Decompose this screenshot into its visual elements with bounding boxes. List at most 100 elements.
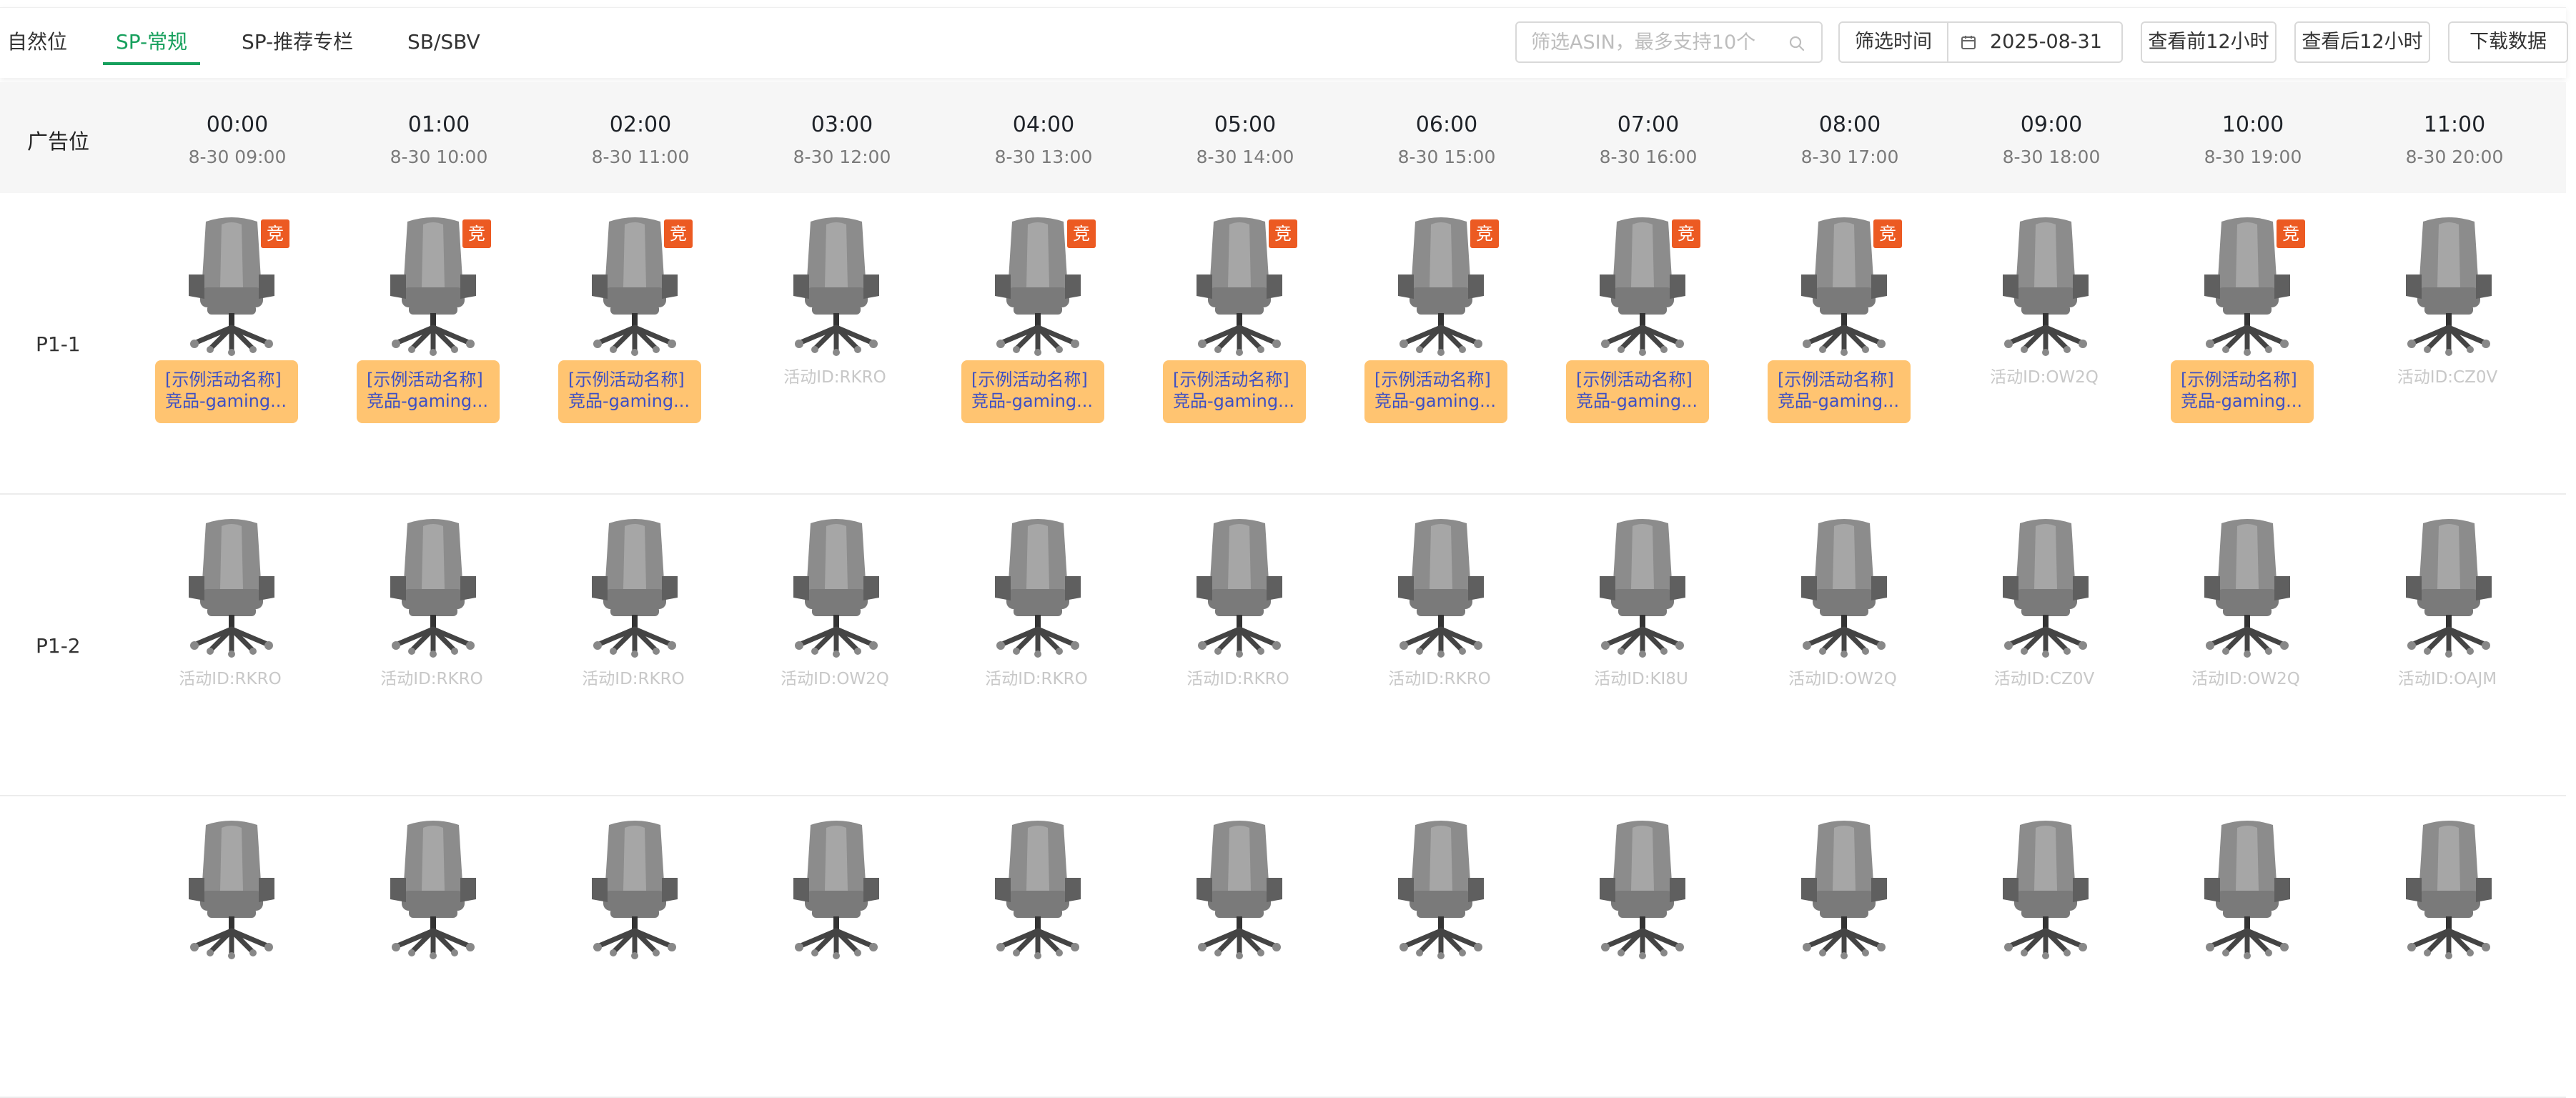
ad-slot-cell[interactable]: .c-back{fill:#1e1e1e} .c-stripe{fill:#2e… xyxy=(1764,502,1936,795)
ad-slot-cell[interactable]: .c-back{fill:#3a3a3a} .c-stripe{fill:#f2… xyxy=(1159,200,1331,493)
campaign-label[interactable]: [示例活动名称] 竞品-gaming... xyxy=(961,360,1104,423)
product-image[interactable]: .c-back{fill:#1f2f73} .c-stripe{fill:#e9… xyxy=(1571,816,1714,959)
product-image[interactable]: .c-back{fill:#1f2f73} .c-stripe{fill:#e9… xyxy=(563,515,706,658)
competitor-badge: 竞 xyxy=(1470,219,1499,248)
tab-sb-sbv[interactable]: SB/SBV xyxy=(407,24,480,61)
campaign-line: [示例活动名称] xyxy=(1576,370,1693,390)
product-image[interactable]: .c-back{fill:#1e1e1e} .c-stripe{fill:#2e… xyxy=(1773,515,1916,658)
product-image[interactable]: .c-back{fill:#1e1e1e} .c-stripe{fill:#2e… xyxy=(362,816,505,959)
ad-slot-cell[interactable]: .c-back{fill:#3a3a3a} .c-stripe{fill:#f2… xyxy=(1764,200,1936,493)
ad-slot-cell[interactable]: .c-back{fill:#1e1e1e} .c-stripe{fill:#2e… xyxy=(1159,803,1331,1097)
product-image[interactable]: .c-back{fill:#1e1e1e} .c-stripe{fill:#2e… xyxy=(563,816,706,959)
ad-slot-cell[interactable]: .c-back{fill:#1e1e1e} .c-stripe{fill:#2e… xyxy=(2167,803,2339,1097)
ad-slot-cell[interactable]: .c-back{fill:#3a3a3a} .c-stripe{fill:#f2… xyxy=(958,200,1129,493)
ad-slot-cell[interactable]: .c-back{fill:#1f2f73} .c-stripe{fill:#e9… xyxy=(1159,502,1331,795)
product-image[interactable]: .c-back{fill:#1f2f73} .c-stripe{fill:#e9… xyxy=(160,515,303,658)
product-image[interactable]: .c-back{fill:#1f2f73} .c-stripe{fill:#e9… xyxy=(765,213,908,356)
ad-slot-cell[interactable]: .c-back{fill:#1e1e1e} .c-stripe{fill:#2e… xyxy=(1966,200,2137,493)
product-image[interactable]: .c-back{fill:#1e1e1e} .c-stripe{fill:#2e… xyxy=(2377,515,2520,658)
ad-slot-cell[interactable]: .c-back{fill:#1e1e1e} .c-stripe{fill:#2e… xyxy=(756,502,928,795)
ad-slot-cell[interactable]: .c-back{fill:#1e1e1e} .c-stripe{fill:#2e… xyxy=(2369,502,2540,795)
campaign-line: [示例活动名称] xyxy=(165,370,282,390)
campaign-line: [示例活动名称] xyxy=(1374,370,1491,390)
campaign-line: [示例活动名称] xyxy=(1173,370,1289,390)
campaign-line: 竞品-gaming... xyxy=(2181,391,2302,411)
product-image[interactable]: .c-back{fill:#1e1e1e} .c-stripe{fill:#2e… xyxy=(1369,816,1512,959)
column-hour: 02:00 xyxy=(609,112,672,137)
activity-id: 活动ID:OAJM xyxy=(2397,670,2497,688)
product-image[interactable]: .c-back{fill:#1e1e1e} .c-stripe{fill:#2e… xyxy=(2377,213,2520,356)
ad-slot-cell[interactable]: .c-back{fill:#1e1e1e} .c-stripe{fill:#2e… xyxy=(1966,502,2137,795)
ad-slot-cell[interactable]: .c-back{fill:#3a3a3a} .c-stripe{fill:#f2… xyxy=(2167,200,2339,493)
download-button[interactable]: 下载数据 xyxy=(2448,21,2568,63)
campaign-label[interactable]: [示例活动名称] 竞品-gaming... xyxy=(155,360,298,423)
campaign-label[interactable]: [示例活动名称] 竞品-gaming... xyxy=(1163,360,1306,423)
activity-id: 活动ID:RKRO xyxy=(1187,670,1289,688)
ad-slot-cell[interactable]: .c-back{fill:#1e1e1e} .c-stripe{fill:#2e… xyxy=(1966,803,2137,1097)
product-image[interactable]: .c-back{fill:#8c8c8c} .c-stripe{fill:#a6… xyxy=(2377,816,2520,959)
competitor-badge: 竞 xyxy=(1672,219,1700,248)
ad-slot-cell[interactable]: .c-back{fill:#1e1e1e} .c-stripe{fill:#2e… xyxy=(2369,200,2540,493)
ad-slot-cell[interactable]: .c-back{fill:#1f2f73} .c-stripe{fill:#e9… xyxy=(555,502,726,795)
search-icon[interactable] xyxy=(1788,35,1805,52)
tab-sp-recommended[interactable]: SP-推荐专栏 xyxy=(242,24,353,61)
activity-id: 活动ID:RKRO xyxy=(582,670,685,688)
ad-slot-cell[interactable]: .c-back{fill:#3a3a3a} .c-stripe{fill:#f2… xyxy=(353,200,525,493)
campaign-label[interactable]: [示例活动名称] 竞品-gaming... xyxy=(2171,360,2314,423)
ad-slot-cell[interactable]: .c-back{fill:#1f2f73} .c-stripe{fill:#e9… xyxy=(1361,502,1532,795)
date-picker[interactable]: 2025-08-31 xyxy=(1990,23,2102,61)
campaign-label[interactable]: [示例活动名称] 竞品-gaming... xyxy=(1364,360,1507,423)
product-image[interactable]: .c-back{fill:#1f2f73} .c-stripe{fill:#e9… xyxy=(966,515,1109,658)
campaign-label[interactable]: [示例活动名称] 竞品-gaming... xyxy=(558,360,701,423)
product-image[interactable]: .c-back{fill:#1e1e1e} .c-stripe{fill:#2e… xyxy=(1168,816,1311,959)
prev-12h-button[interactable]: 查看前12小时 xyxy=(2141,21,2277,63)
ad-slot-cell[interactable]: .c-back{fill:#1f2f73} .c-stripe{fill:#e9… xyxy=(756,200,928,493)
product-image[interactable]: .c-back{fill:#1e1e1e} .c-stripe{fill:#2e… xyxy=(2176,515,2319,658)
product-image[interactable]: .c-back{fill:#1e1e1e} .c-stripe{fill:#2e… xyxy=(1974,213,2117,356)
ad-slot-cell[interactable]: .c-back{fill:#8c8c8c} .c-stripe{fill:#a6… xyxy=(756,803,928,1097)
campaign-line: [示例活动名称] xyxy=(568,370,685,390)
product-image[interactable]: .c-back{fill:#1e1e1e} .c-stripe{fill:#2e… xyxy=(1974,515,2117,658)
product-image[interactable]: .c-back{fill:#1e1e1e} .c-stripe{fill:#2e… xyxy=(966,816,1109,959)
campaign-label[interactable]: [示例活动名称] 竞品-gaming... xyxy=(357,360,500,423)
product-image[interactable]: .c-back{fill:#1f2f73} .c-stripe{fill:#e9… xyxy=(362,515,505,658)
product-image[interactable]: .c-back{fill:#1f2f73} .c-stripe{fill:#e9… xyxy=(1168,515,1311,658)
column-slot-time: 8-30 19:00 xyxy=(2204,147,2302,167)
ad-slot-cell[interactable]: .c-back{fill:#1f2f73} .c-stripe{fill:#e9… xyxy=(1562,803,1734,1097)
tab-sp-regular[interactable]: SP-常规 xyxy=(103,24,201,65)
column-hour: 08:00 xyxy=(1818,112,1881,137)
ad-slot-cell[interactable]: .c-back{fill:#1e1e1e} .c-stripe{fill:#2e… xyxy=(2167,502,2339,795)
ad-slot-cell[interactable]: .c-back{fill:#1f2f73} .c-stripe{fill:#e9… xyxy=(353,502,525,795)
ad-slot-cell[interactable]: .c-back{fill:#3a3a3a} .c-stripe{fill:#f2… xyxy=(152,200,323,493)
column-hour: 11:00 xyxy=(2423,112,2486,137)
ad-slot-cell[interactable]: .c-back{fill:#8c8c8c} .c-stripe{fill:#a6… xyxy=(2369,803,2540,1097)
product-image[interactable]: .c-back{fill:#1e1e1e} .c-stripe{fill:#2e… xyxy=(2176,816,2319,959)
ad-slot-cell[interactable]: .c-back{fill:#1e1e1e} .c-stripe{fill:#2e… xyxy=(555,803,726,1097)
ad-slot-cell[interactable]: .c-back{fill:#3a3a3a} .c-stripe{fill:#f2… xyxy=(555,200,726,493)
product-image[interactable]: .c-back{fill:#8c8c8c} .c-stripe{fill:#a6… xyxy=(765,816,908,959)
ad-slot-cell[interactable]: .c-back{fill:#1f2f73} .c-stripe{fill:#e9… xyxy=(152,502,323,795)
ad-slot-cell[interactable]: .c-back{fill:#1e1e1e} .c-stripe{fill:#2e… xyxy=(1361,803,1532,1097)
product-image[interactable]: .c-back{fill:#1e1e1e} .c-stripe{fill:#2e… xyxy=(1773,816,1916,959)
next-12h-button[interactable]: 查看后12小时 xyxy=(2294,21,2430,63)
ad-slot-cell[interactable]: .c-back{fill:#3a3a3a} .c-stripe{fill:#f2… xyxy=(1562,200,1734,493)
product-image[interactable]: .c-back{fill:#1e1e1e} .c-stripe{fill:#2e… xyxy=(765,515,908,658)
ad-slot-cell[interactable]: .c-back{fill:#3a3a3a} .c-stripe{fill:#f2… xyxy=(1361,200,1532,493)
column-hour: 01:00 xyxy=(407,112,470,137)
product-image[interactable]: .c-back{fill:#1e1e1e} .c-stripe{fill:#2e… xyxy=(160,816,303,959)
ad-slot-cell[interactable]: .c-back{fill:#1e1e1e} .c-stripe{fill:#2e… xyxy=(958,803,1129,1097)
ad-slot-cell[interactable]: .c-back{fill:#1f2f73} .c-stripe{fill:#e9… xyxy=(958,502,1129,795)
product-image[interactable]: .c-back{fill:#1f2f73} .c-stripe{fill:#e9… xyxy=(1369,515,1512,658)
activity-id: 活动ID:OW2Q xyxy=(1788,670,1897,688)
campaign-label[interactable]: [示例活动名称] 竞品-gaming... xyxy=(1566,360,1709,423)
ad-slot-cell[interactable]: .c-back{fill:#1e1e1e} .c-stripe{fill:#2e… xyxy=(353,803,525,1097)
campaign-line: 竞品-gaming... xyxy=(165,391,287,411)
asin-search-input[interactable] xyxy=(1517,23,1821,61)
tab-natural-position[interactable]: 自然位 xyxy=(7,24,67,61)
product-image[interactable]: .c-back{fill:#1e1e1e} .c-stripe{fill:#2e… xyxy=(1571,515,1714,658)
product-image[interactable]: .c-back{fill:#1e1e1e} .c-stripe{fill:#2e… xyxy=(1974,816,2117,959)
ad-slot-cell[interactable]: .c-back{fill:#1e1e1e} .c-stripe{fill:#2e… xyxy=(152,803,323,1097)
ad-slot-cell[interactable]: .c-back{fill:#1e1e1e} .c-stripe{fill:#2e… xyxy=(1764,803,1936,1097)
campaign-label[interactable]: [示例活动名称] 竞品-gaming... xyxy=(1768,360,1911,423)
ad-slot-cell[interactable]: .c-back{fill:#1e1e1e} .c-stripe{fill:#2e… xyxy=(1562,502,1734,795)
